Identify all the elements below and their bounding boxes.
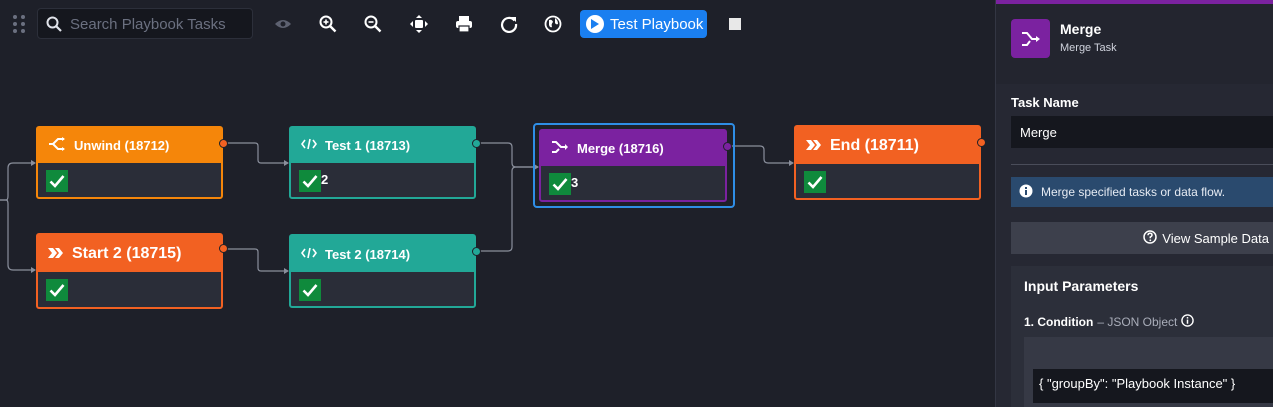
- check-icon: [46, 170, 68, 192]
- wire-merge-end: [731, 145, 793, 164]
- panel-title: Merge: [1060, 21, 1102, 37]
- wire-test2-merge: [479, 166, 538, 252]
- info-icon[interactable]: [1181, 314, 1195, 330]
- output-port[interactable]: [472, 247, 481, 256]
- node-end[interactable]: End (18711): [794, 125, 986, 200]
- input-parameters-title: Input Parameters: [1024, 278, 1139, 294]
- divider: [1011, 164, 1273, 165]
- condition-label-row: 1. Condition – JSON Object: [1024, 314, 1195, 330]
- end-icon: [806, 137, 822, 155]
- node-test-1[interactable]: Test 1 (18713) 2: [289, 126, 481, 199]
- wire-start2-test2: [227, 248, 288, 272]
- merge-icon: [551, 140, 569, 157]
- output-port[interactable]: [472, 139, 481, 148]
- check-icon: [804, 171, 826, 193]
- node-merge[interactable]: Merge (18716) 3: [539, 129, 732, 202]
- check-icon: [299, 279, 321, 301]
- condition-label: 1. Condition: [1024, 315, 1094, 329]
- wire-unwind-test1: [227, 142, 288, 164]
- output-port[interactable]: [219, 244, 228, 253]
- unwind-icon: [48, 137, 66, 154]
- node-title: Merge (18716): [577, 141, 664, 156]
- condition-type: – JSON Object: [1097, 315, 1178, 329]
- node-unwind[interactable]: Unwind (18712): [36, 126, 228, 199]
- output-port[interactable]: [219, 139, 228, 148]
- wire-entry-unwind: [0, 162, 35, 201]
- check-icon: [46, 279, 68, 301]
- code-icon: [301, 138, 317, 153]
- node-title: End (18711): [830, 136, 919, 154]
- info-banner: Merge specified tasks or data flow.: [1011, 177, 1273, 207]
- view-sample-data-button[interactable]: View Sample Data: [1011, 222, 1273, 254]
- task-name-label: Task Name: [1011, 95, 1079, 110]
- node-title: Test 1 (18713): [325, 138, 411, 153]
- playbook-canvas[interactable]: Test Playbook Unwind (18712): [0, 0, 995, 407]
- input-parameters-section: Input Parameters 1. Condition – JSON Obj…: [1011, 266, 1273, 407]
- wire-test1-merge: [479, 142, 538, 168]
- start-icon: [48, 245, 64, 263]
- node-title: Test 2 (18714): [325, 246, 411, 262]
- task-details-panel: Merge Merge Task Task Name Merge Merge s…: [995, 0, 1273, 407]
- check-icon: [299, 170, 321, 192]
- connection-lines: [0, 142, 794, 274]
- view-sample-data-label: View Sample Data: [1162, 230, 1269, 246]
- info-icon: [1019, 184, 1033, 201]
- help-icon: [1143, 229, 1158, 247]
- run-count: 2: [321, 172, 329, 187]
- node-title: Unwind (18712): [74, 138, 170, 153]
- panel-header: Merge Merge Task: [996, 4, 1273, 84]
- code-icon: [301, 247, 317, 262]
- output-port[interactable]: [977, 138, 986, 147]
- condition-json-editor[interactable]: { "groupBy": "Playbook Instance" }: [1033, 369, 1273, 403]
- node-title: Start 2 (18715): [72, 244, 182, 262]
- node-start-2[interactable]: Start 2 (18715): [36, 233, 228, 309]
- merge-icon: [1011, 19, 1050, 58]
- check-icon: [549, 173, 571, 195]
- panel-subtitle: Merge Task: [1060, 42, 1117, 54]
- output-port[interactable]: [723, 142, 732, 151]
- info-text: Merge specified tasks or data flow.: [1041, 185, 1226, 199]
- wire-entry-start2: [0, 199, 35, 271]
- run-count: 3: [571, 175, 579, 190]
- node-test-2[interactable]: Test 2 (18714): [289, 234, 481, 308]
- task-name-field[interactable]: Merge: [1011, 116, 1273, 148]
